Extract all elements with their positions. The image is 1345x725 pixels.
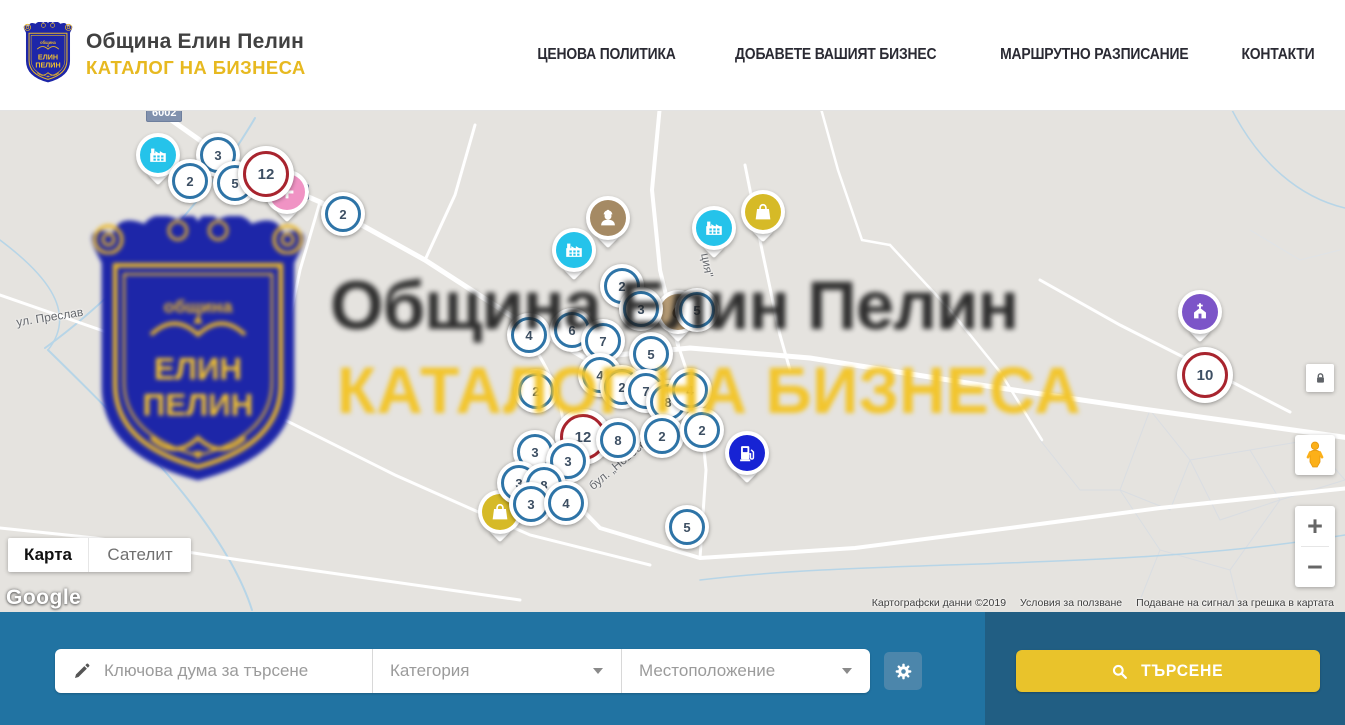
- nav-contacts[interactable]: КОНТАКТИ: [1242, 46, 1315, 64]
- site-title: Община Елин Пелин: [86, 30, 306, 54]
- factory-icon: [696, 210, 732, 246]
- street-view-pegman-button[interactable]: [1295, 435, 1335, 475]
- google-logo[interactable]: Google: [6, 586, 81, 610]
- search-input-group: Категория Местоположение: [55, 649, 870, 693]
- attribution-terms-link[interactable]: Условия за ползване: [1013, 597, 1129, 609]
- zoom-in-button[interactable]: +: [1295, 506, 1335, 546]
- gear-icon: [893, 661, 914, 682]
- search-button-label: ТЪРСЕНЕ: [1141, 662, 1223, 681]
- zoom-out-button[interactable]: −: [1295, 547, 1335, 587]
- site-subtitle: КАТАЛОГ НА БИЗНЕСА: [86, 57, 306, 79]
- advanced-search-gear-button[interactable]: [884, 652, 922, 690]
- nav-route-schedule[interactable]: МАРШРУТНО РАЗПИСАНИЕ: [1000, 46, 1188, 64]
- category-select-label: Категория: [390, 661, 469, 681]
- cluster-count: 5: [633, 336, 669, 372]
- nav-pricing[interactable]: ЦЕНОВА ПОЛИТИКА: [537, 46, 675, 64]
- cluster-marker[interactable]: 2: [640, 414, 684, 458]
- cluster-count: 5: [679, 292, 715, 328]
- cluster-marker[interactable]: 3: [619, 287, 663, 331]
- zoom-control: + −: [1295, 506, 1335, 587]
- pin-marker-factory-icon[interactable]: [692, 206, 736, 250]
- svg-text:ПЕЛИН: ПЕЛИН: [35, 62, 60, 70]
- cluster-marker[interactable]: 4: [507, 313, 551, 357]
- cluster-count: 4: [672, 372, 708, 408]
- cluster-marker[interactable]: 10: [1177, 347, 1233, 403]
- municipality-crest-logo: община ЕЛИН ПЕЛИН: [22, 22, 74, 86]
- cluster-marker[interactable]: 2: [168, 159, 212, 203]
- main-nav: ЦЕНОВА ПОЛИТИКА ДОБАВЕТЕ ВАШИЯТ БИЗНЕС М…: [493, 0, 1320, 110]
- factory-icon: [556, 232, 592, 268]
- cluster-count: 3: [623, 291, 659, 327]
- cluster-count: 8: [600, 422, 636, 458]
- lock-button[interactable]: [1306, 364, 1334, 392]
- cluster-count: 10: [1182, 352, 1228, 398]
- cluster-marker[interactable]: 5: [665, 505, 709, 549]
- cluster-marker[interactable]: 2: [680, 408, 724, 452]
- pin-marker-church-icon[interactable]: [1178, 290, 1222, 334]
- logo-link[interactable]: община ЕЛИН ПЕЛИН Община Елин Пелин КАТА…: [22, 22, 306, 86]
- cluster-count: 5: [669, 509, 705, 545]
- cluster-count: 4: [511, 317, 547, 353]
- search-button[interactable]: ТЪРСЕНЕ: [1016, 650, 1320, 692]
- chevron-down-icon: [593, 668, 603, 674]
- cluster-marker[interactable]: 4: [544, 481, 588, 525]
- search-bar: Категория Местоположение: [0, 612, 1345, 725]
- cluster-marker[interactable]: 2: [514, 369, 558, 413]
- cluster-count: 2: [325, 196, 361, 232]
- cluster-marker[interactable]: 5: [675, 288, 719, 332]
- location-select-label: Местоположение: [639, 661, 775, 681]
- location-select[interactable]: Местоположение: [622, 649, 870, 693]
- svg-text:община: община: [40, 40, 56, 45]
- chevron-down-icon: [842, 668, 852, 674]
- map-attribution: Картографски данни ©2019 Условия за полз…: [865, 597, 1341, 609]
- search-icon: [1110, 662, 1129, 681]
- attribution-copyright: Картографски данни ©2019: [865, 597, 1013, 609]
- map-type-control: Карта Сателит: [8, 538, 191, 572]
- logo-text: Община Елин Пелин КАТАЛОГ НА БИЗНЕСА: [86, 30, 306, 79]
- pin-marker-fuel-icon[interactable]: [725, 431, 769, 475]
- svg-text:ЕЛИН: ЕЛИН: [38, 53, 58, 61]
- cluster-count: 2: [684, 412, 720, 448]
- cluster-count: 4: [548, 485, 584, 521]
- lock-icon: [1313, 371, 1328, 386]
- cluster-count: 2: [518, 373, 554, 409]
- road-number-badge: 6002: [146, 110, 182, 122]
- map-type-satellite-button[interactable]: Сателит: [88, 538, 191, 572]
- attribution-report-error-link[interactable]: Подаване на сигнал за грешка в картата: [1129, 597, 1341, 609]
- keyword-search-input[interactable]: [102, 660, 372, 682]
- pin-marker-bag-icon[interactable]: [741, 190, 785, 234]
- pin-marker-factory-icon[interactable]: [552, 228, 596, 272]
- pegman-icon: [1302, 440, 1328, 470]
- cluster-marker[interactable]: 12: [238, 146, 294, 202]
- cluster-count: 2: [644, 418, 680, 454]
- church-icon: [1182, 294, 1218, 330]
- header: община ЕЛИН ПЕЛИН Община Елин Пелин КАТА…: [0, 0, 1345, 111]
- page: община ЕЛИН ПЕЛИН Община Елин Пелин КАТА…: [0, 0, 1345, 725]
- factory-icon: [140, 137, 176, 173]
- fuel-icon: [729, 435, 765, 471]
- category-select[interactable]: Категория: [373, 649, 621, 693]
- map-canvas[interactable]: 6002 ул. Преслав бул. „Новосел ция" 32: [0, 110, 1345, 612]
- pencil-icon: [72, 662, 91, 681]
- bag-icon: [745, 194, 781, 230]
- cluster-marker[interactable]: 2: [321, 192, 365, 236]
- keyword-field-wrap: [55, 649, 372, 693]
- cluster-marker[interactable]: 4: [668, 368, 712, 412]
- map-type-map-button[interactable]: Карта: [8, 538, 88, 572]
- cluster-count: 2: [172, 163, 208, 199]
- nav-add-business[interactable]: ДОБАВЕТЕ ВАШИЯТ БИЗНЕС: [735, 46, 936, 64]
- cluster-count: 12: [243, 151, 289, 197]
- cluster-marker[interactable]: 8: [596, 418, 640, 462]
